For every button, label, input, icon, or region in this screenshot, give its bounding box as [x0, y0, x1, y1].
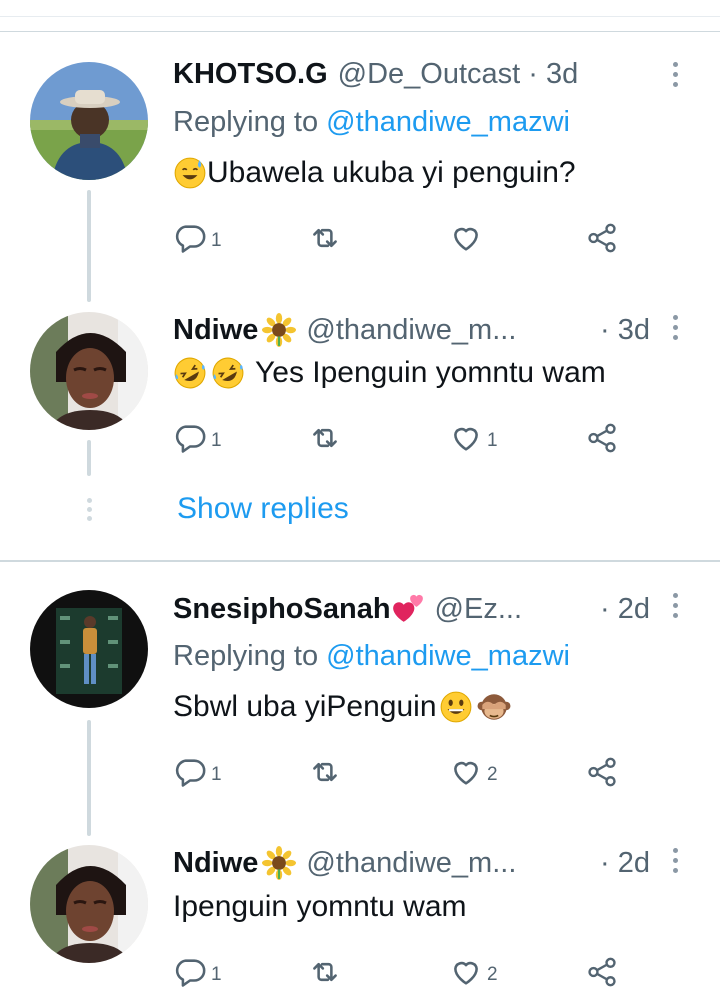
tweet-text: Sbwl uba yiPenguin — [173, 690, 511, 724]
reply-button[interactable]: 1 — [173, 752, 222, 792]
timestamp[interactable]: · 3d — [528, 58, 578, 91]
tweet-actions: 1 2 — [173, 752, 633, 792]
reply-icon — [173, 755, 207, 789]
tweet-text-content: Yes Ipenguin yomntu wam — [255, 356, 606, 389]
heart-icon — [449, 221, 483, 255]
tweet-actions: 1 1 — [173, 418, 633, 458]
retweet-icon — [308, 755, 342, 789]
share-button[interactable] — [585, 752, 619, 792]
tweet-header: SnesiphoSanah @Ez... — [173, 589, 650, 629]
retweet-button[interactable] — [308, 218, 342, 258]
reply-button[interactable]: 1 — [173, 418, 222, 458]
like-button[interactable] — [449, 218, 483, 258]
tweet-actions: 1 2 — [173, 952, 633, 992]
more-options-icon[interactable] — [670, 848, 680, 873]
share-icon — [585, 755, 619, 789]
share-button[interactable] — [585, 218, 619, 258]
reply-count: 1 — [211, 230, 222, 251]
show-replies-link[interactable]: Show replies — [177, 492, 349, 526]
retweet-icon — [308, 421, 342, 455]
tweet-text-content: Sbwl uba yiPenguin — [173, 690, 437, 723]
replying-to-label: Replying to — [173, 106, 319, 138]
heart-icon — [449, 955, 483, 989]
display-name[interactable]: KHOTSO.G — [173, 58, 328, 91]
timestamp[interactable]: · 3d — [600, 310, 650, 350]
grinning-emoji — [439, 690, 473, 724]
tweet-header: Ndiwe @thandiwe_m... — [173, 310, 650, 350]
display-name[interactable]: Ndiwe — [173, 314, 258, 347]
two-hearts-emoji — [391, 592, 425, 626]
like-button[interactable]: 2 — [449, 752, 498, 792]
retweet-button[interactable] — [308, 952, 342, 992]
reply-count: 1 — [211, 430, 222, 451]
tweet-text: Yes Ipenguin yomntu wam — [173, 356, 606, 390]
see-no-evil-monkey-emoji — [477, 690, 511, 724]
share-button[interactable] — [585, 952, 619, 992]
tweet-header: KHOTSO.G @De_Outcast · 3d — [173, 54, 650, 94]
share-icon — [585, 955, 619, 989]
thread-line — [87, 720, 91, 836]
retweet-button[interactable] — [308, 752, 342, 792]
mention-link[interactable]: @thandiwe_mazwi — [326, 640, 570, 672]
retweet-icon — [308, 221, 342, 255]
rofl-emoji — [211, 356, 245, 390]
thread-line — [87, 440, 91, 476]
share-button[interactable] — [585, 418, 619, 458]
replying-to: Replying to @thandiwe_mazwi — [173, 106, 570, 139]
like-count: 1 — [487, 430, 498, 451]
top-strip — [0, 0, 720, 32]
avatar[interactable] — [30, 62, 148, 180]
timestamp[interactable]: · 2d — [600, 589, 650, 629]
username[interactable]: @thandiwe_m... — [306, 314, 516, 347]
reply-button[interactable]: 1 — [173, 952, 222, 992]
username[interactable]: @De_Outcast — [338, 58, 521, 91]
timestamp[interactable]: · 2d — [600, 843, 650, 883]
reply-icon — [173, 955, 207, 989]
like-button[interactable]: 2 — [449, 952, 498, 992]
avatar[interactable] — [30, 312, 148, 430]
avatar[interactable] — [30, 845, 148, 963]
reply-icon — [173, 421, 207, 455]
reply-icon — [173, 221, 207, 255]
display-name[interactable]: SnesiphoSanah — [173, 593, 391, 626]
tweet-text: Ubawela ukuba yi penguin? — [173, 156, 576, 190]
tweet-text-content: Ubawela ukuba yi penguin? — [207, 156, 576, 189]
reply-count: 1 — [211, 964, 222, 985]
reply-count: 1 — [211, 764, 222, 785]
sunflower-emoji — [262, 846, 296, 880]
display-name[interactable]: Ndiwe — [173, 847, 258, 880]
tweet-text: Ipenguin yomntu wam — [173, 890, 467, 924]
tweet-header: Ndiwe @thandiwe_m... — [173, 843, 650, 883]
like-count: 2 — [487, 964, 498, 985]
username[interactable]: @Ez... — [435, 593, 522, 626]
heart-icon — [449, 755, 483, 789]
tweet-actions: 1 — [173, 218, 633, 258]
mention-link[interactable]: @thandiwe_mazwi — [326, 106, 570, 138]
thread-line — [87, 190, 91, 302]
heart-icon — [449, 421, 483, 455]
share-icon — [585, 421, 619, 455]
share-icon — [585, 221, 619, 255]
sunflower-emoji — [262, 313, 296, 347]
divider — [0, 560, 720, 562]
avatar[interactable] — [30, 590, 148, 708]
replying-to: Replying to @thandiwe_mazwi — [173, 640, 570, 673]
replying-to-label: Replying to — [173, 640, 319, 672]
tweet-text-content: Ipenguin yomntu wam — [173, 890, 467, 923]
username[interactable]: @thandiwe_m... — [306, 847, 516, 880]
like-count: 2 — [487, 764, 498, 785]
more-options-icon[interactable] — [670, 593, 680, 618]
like-button[interactable]: 1 — [449, 418, 498, 458]
sweat-smile-emoji — [173, 156, 207, 190]
rofl-emoji — [173, 356, 207, 390]
reply-button[interactable]: 1 — [173, 218, 222, 258]
retweet-icon — [308, 955, 342, 989]
more-options-icon[interactable] — [670, 315, 680, 340]
retweet-button[interactable] — [308, 418, 342, 458]
more-options-icon[interactable] — [670, 62, 680, 87]
thread-dots — [85, 498, 93, 521]
